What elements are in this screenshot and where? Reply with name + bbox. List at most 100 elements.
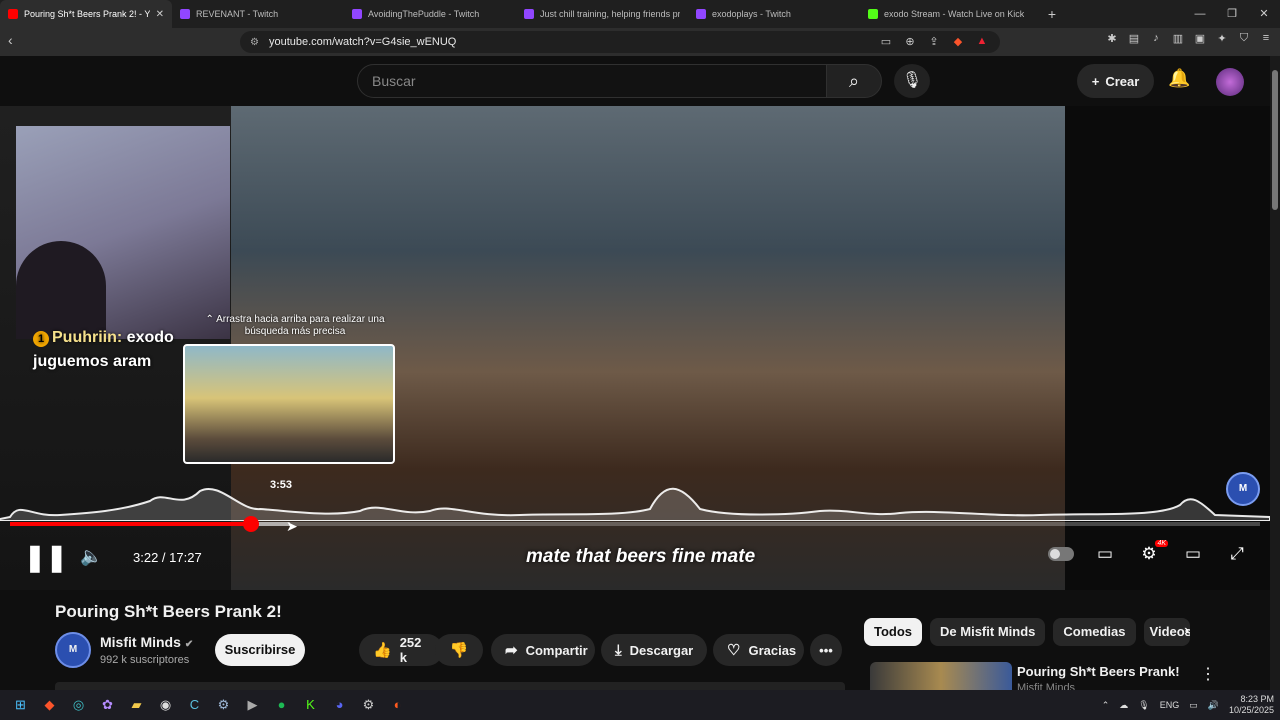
mouse-cursor-icon: ➤ [286,518,298,534]
heart-dollar-icon: ♡ [727,642,741,659]
brave-shield-icon[interactable]: ◆ [950,35,966,48]
create-button[interactable]: + Crear [1077,64,1154,98]
back-icon[interactable]: ‹ [8,32,13,48]
ai-icon[interactable]: ✦ [1214,32,1230,45]
notifications-bell-icon[interactable]: 🔔 [1168,68,1190,89]
language-indicator[interactable]: ENG [1160,700,1180,710]
chevron-up-icon[interactable]: ⌃ [1102,700,1110,711]
dislike-button[interactable]: 👎 [435,634,483,666]
chip-comedy[interactable]: Comedias [1053,618,1136,646]
sidebar-icon[interactable]: ▥ [1170,32,1186,45]
close-window-icon[interactable]: ✕ [1248,0,1280,28]
share-icon[interactable]: ⇪ [926,35,942,48]
kick-app-icon[interactable]: K [296,690,325,720]
game-app-icon[interactable]: ◐ [383,690,412,720]
chip-all[interactable]: Todos [864,618,923,646]
obs-icon[interactable]: ◉ [151,690,180,720]
youtube-header: Buscar ⌕ 🎙 + Crear 🔔 [0,56,1280,106]
music-icon[interactable]: ♪ [1148,32,1164,45]
share-arrow-icon: ➦ [505,642,518,659]
tab-twitch-exodoplays[interactable]: exodoplays - Twitch [688,0,860,28]
thanks-button[interactable]: ♡ Gracias [713,634,804,666]
voice-search-button[interactable]: 🎙 [894,64,930,98]
volume-button[interactable]: 🔈 [80,546,102,567]
subtitles-icon[interactable]: ▭ [1092,544,1118,564]
close-tab-icon[interactable]: ✕ [156,9,164,20]
chevron-right-icon[interactable]: › [1184,622,1189,640]
mic-tray-icon[interactable]: 🎙 [1138,700,1149,711]
display-icon[interactable]: ▭ [1189,700,1198,711]
channel-watermark[interactable]: M [1226,472,1260,506]
like-button[interactable]: 👍 252 k [359,634,443,666]
video-title: Pouring Sh*t Beers Prank 2! [55,602,282,621]
theater-mode-icon[interactable]: ▭ [1180,544,1206,564]
steam-icon[interactable]: ⚙ [209,690,238,720]
channel-name-text[interactable]: Misfit Minds [100,634,181,650]
brave-browser-icon[interactable]: ◆ [35,690,64,720]
progress-scrubber[interactable] [243,516,259,532]
edge-icon[interactable]: ◎ [64,690,93,720]
file-explorer-icon[interactable]: ▰ [122,690,151,720]
played-bar [10,522,251,526]
menu-icon[interactable]: ≡ [1258,32,1274,45]
subtitle-caption: mate that beers fine mate [526,546,756,567]
settings-icon[interactable]: ⚙ 4K [1136,540,1168,564]
network-icon[interactable]: ☁ [1119,700,1128,711]
discord-icon[interactable]: ◕ [325,690,354,720]
reader-icon[interactable]: ▤ [1126,32,1142,45]
video-player[interactable]: 1 Puuhriin: exodo juguemos aram ⌃ Arrastr… [0,106,1270,590]
tab-title: exodoplays - Twitch [712,9,791,19]
account-avatar[interactable] [1216,68,1244,96]
recommended-title[interactable]: Pouring Sh*t Beers Prank! [1017,664,1180,679]
speaker-icon[interactable]: 🔊 [1208,700,1219,711]
share-button[interactable]: ➦ Compartir [491,634,595,666]
url-text[interactable]: youtube.com/watch?v=G4sie_wENUQ [269,36,456,48]
fullscreen-icon[interactable]: ⤢ [1224,544,1250,564]
time-display: 3:22 / 17:27 [133,550,202,565]
chip-videos[interactable]: Videos [1143,618,1190,646]
chip-from-channel[interactable]: De Misfit Minds [930,618,1046,646]
brave-rewards-icon[interactable]: ▲ [974,35,990,48]
search-input[interactable]: Buscar [357,64,827,98]
spotify-icon[interactable]: ● [267,690,296,720]
autoplay-toggle[interactable] [1048,547,1074,561]
site-info-icon[interactable]: ⚙ [250,37,259,48]
cast-icon[interactable]: ▭ [878,35,894,48]
vpn-icon[interactable]: ⛉ [1236,32,1252,45]
tab-twitch-revenant[interactable]: REVENANT - Twitch [172,0,344,28]
wallet-icon[interactable]: ▣ [1192,32,1208,45]
app-icon[interactable]: ✿ [93,690,122,720]
clock[interactable]: 8:23 PM 10/25/2025 [1229,694,1274,716]
pause-icon: ❚❚ [24,542,68,572]
pause-button[interactable]: ❚❚ [24,542,68,573]
settings-app-icon[interactable]: ⚙ [354,690,383,720]
download-button[interactable]: ⤓ Descargar [601,634,707,666]
restore-icon[interactable]: ❐ [1216,0,1248,28]
page-scrollbar[interactable] [1270,56,1280,690]
subscriber-count: 992 k suscriptores [100,654,190,666]
search-button[interactable]: ⌕ [826,64,882,98]
channel-avatar[interactable]: M [55,632,91,668]
search-icon: ⌕ [848,71,860,91]
tab-youtube[interactable]: Pouring Sh*t Beers Prank 2! - Yo ✕ [0,0,172,28]
more-actions-button[interactable]: ••• [810,634,842,666]
tab-kick-exodo[interactable]: exodo Stream - Watch Live on Kick [860,0,1032,28]
new-tab-button[interactable]: + [1040,6,1064,22]
player-controls: ❚❚ 🔈 3:22 / 17:27 mate that beers fine m… [0,536,1270,580]
media-icon[interactable]: ▶ [238,690,267,720]
scrollbar-thumb[interactable] [1272,70,1278,210]
channel-name[interactable]: Misfit Minds ✔ [100,634,193,650]
more-icon: ••• [819,642,833,658]
subscribe-button[interactable]: Suscribirse [215,634,305,666]
recommended-video[interactable]: Pouring Sh*t Beers Prank! Misfit Minds ⋮ [864,658,1264,694]
zoom-icon[interactable]: ⊕ [902,35,918,48]
recommended-thumbnail[interactable] [870,662,1012,690]
cursor-app-icon[interactable]: C [180,690,209,720]
minimize-icon[interactable]: — [1184,0,1216,28]
extensions-icon[interactable]: ✱ [1104,32,1120,45]
tab-twitch-chill-training[interactable]: Just chill training, helping friends pra… [516,0,688,28]
windows-start-icon[interactable]: ⊞ [6,690,35,720]
more-vert-icon[interactable]: ⋮ [1200,664,1216,684]
tab-twitch-avoidingthepuddle[interactable]: AvoidingThePuddle - Twitch [344,0,516,28]
system-tray: ⌃ ☁ 🎙 ENG ▭ 🔊 8:23 PM 10/25/2025 [1102,690,1274,720]
